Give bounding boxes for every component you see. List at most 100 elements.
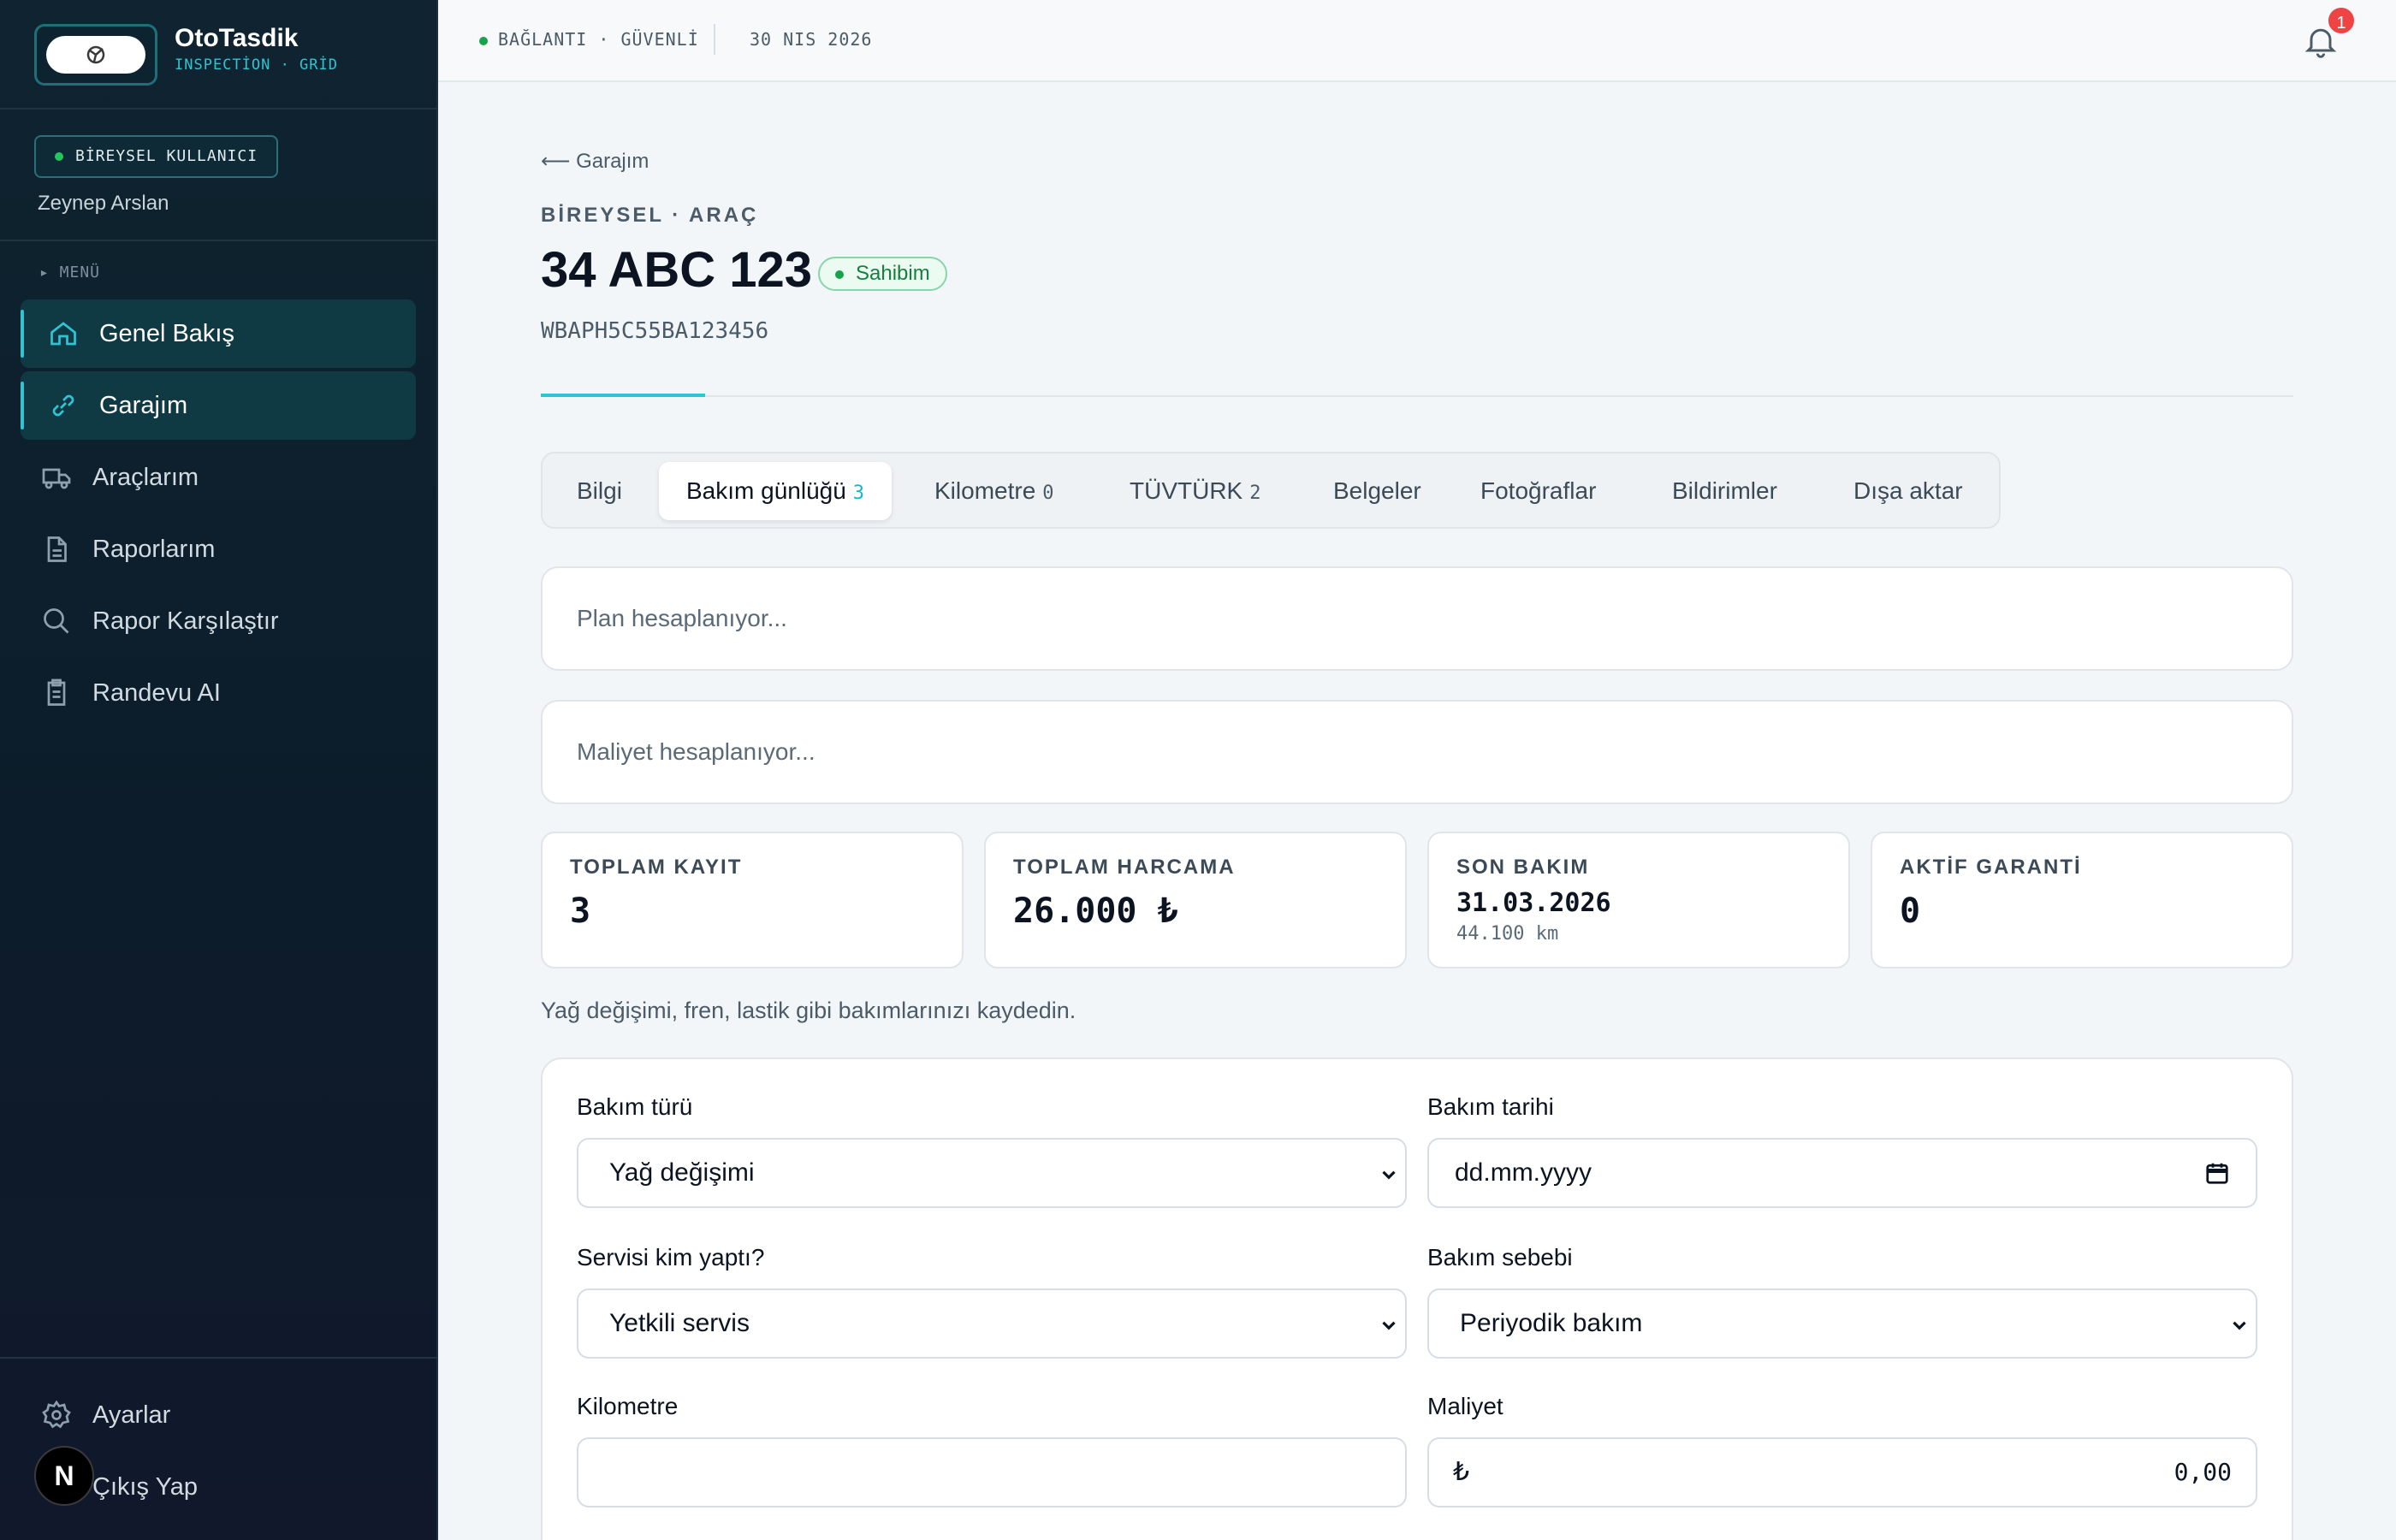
connection-status: BAĞLANTI · GÜVENLİ [479, 29, 699, 50]
main-content: ⟵ Garajım BİREYSEL · ARAÇ 34 ABC 123 Sah… [438, 82, 2396, 1540]
stat-value: 0 [1900, 891, 1921, 931]
role-badge: BİREYSEL KULLANICI [34, 135, 279, 178]
sidebar-item-label: Raporlarım [92, 535, 216, 563]
maintenance-reason-select[interactable]: Periyodik bakım [1427, 1288, 2257, 1359]
maintenance-type-select[interactable]: Yağ değişimi [577, 1138, 1407, 1208]
stat-total-spend: TOPLAM HARCAMA 26.000 ₺ [984, 832, 1407, 968]
menu-label: ▸ MENÜ [39, 264, 101, 281]
user-block: BİREYSEL KULLANICI Zeynep Arslan [0, 110, 438, 241]
truck-icon [42, 468, 71, 489]
tab-disa-aktar[interactable]: Dışa aktar [1853, 462, 1963, 520]
owner-badge-label: Sahibim [856, 262, 930, 285]
sidebar-item-randevu-ai[interactable]: Randevu AI [21, 659, 416, 727]
input-value: 0,00 [2174, 1458, 2232, 1486]
tab-label: Kilometre [934, 477, 1036, 504]
stat-value: 26.000 ₺ [1013, 891, 1178, 931]
sidebar-item-label: Rapor Karşılaştır [92, 607, 279, 635]
tab-fotograflar[interactable]: Fotoğraflar [1480, 462, 1596, 520]
owner-badge: Sahibim [818, 257, 947, 291]
tab-label: Fotoğraflar [1480, 477, 1597, 504]
tab-label: Bildirimler [1672, 477, 1777, 504]
tab-tuvturk[interactable]: TÜVTÜRK 2 [1130, 462, 1260, 520]
top-bar: BAĞLANTI · GÜVENLİ 30 NIS 2026 1 [438, 0, 2396, 82]
sidebar-item-label: Genel Bakış [99, 319, 234, 347]
tab-label: Bakım günlüğü [686, 477, 846, 504]
maintenance-form: Bakım türü Yağ değişimi Bakım tarihi dd.… [541, 1057, 2293, 1540]
sidebar-item-garajim[interactable]: Garajım [21, 371, 416, 440]
stat-active-warranty: AKTİF GARANTİ 0 [1871, 832, 2293, 968]
select-value: Yağ değişimi [609, 1158, 755, 1187]
brand-header: OtoTasdik INSPECTİON · GRİD [0, 0, 438, 110]
sidebar-item-label: Randevu AI [92, 678, 221, 707]
stat-label: AKTİF GARANTİ [1900, 856, 2082, 879]
currency-symbol: ₺ [1453, 1458, 1470, 1486]
stat-value: 3 [570, 891, 591, 931]
km-label: Kilometre [577, 1393, 679, 1419]
reason-label: Bakım sebebi [1427, 1244, 1573, 1270]
kilometre-input[interactable] [577, 1437, 1407, 1507]
brand-name: OtoTasdik [175, 24, 299, 52]
service-provider-select[interactable]: Yetkili servis [577, 1288, 1407, 1359]
stat-label: TOPLAM HARCAMA [1013, 856, 1236, 879]
avatar[interactable]: N [34, 1446, 94, 1506]
tab-count: 3 [852, 483, 865, 504]
sidebar-item-label: Ayarlar [92, 1401, 171, 1429]
tab-count: 2 [1249, 483, 1261, 504]
page-title: 34 ABC 123 [541, 242, 813, 298]
turbo-icon [86, 45, 105, 64]
tab-label: Belgeler [1333, 477, 1421, 504]
maintenance-date-input[interactable]: dd.mm.yyyy [1427, 1138, 2257, 1208]
header-divider [541, 395, 2293, 397]
sidebar-item-raporlarim[interactable]: Raporlarım [21, 515, 416, 583]
plan-card: Plan hesaplanıyor... [541, 566, 2293, 671]
back-link[interactable]: ⟵ Garajım [541, 149, 649, 174]
sidebar-item-araclarim[interactable]: Araçlarım [21, 443, 416, 512]
tab-kilometre[interactable]: Kilometre 0 [934, 462, 1054, 520]
chevron-down-icon [1382, 1170, 1396, 1180]
link-icon [52, 394, 74, 417]
divider [714, 24, 715, 55]
chevron-down-icon [1382, 1321, 1396, 1330]
select-value: Periyodik bakım [1460, 1309, 1643, 1337]
sidebar-item-label: Araçlarım [92, 463, 199, 491]
logo-pill [46, 36, 145, 74]
tab-bakim-gunlugu[interactable]: Bakım günlüğü 3 [659, 462, 893, 520]
date-label: Bakım tarihi [1427, 1093, 1554, 1120]
sidebar-item-label: Garajım [99, 391, 188, 419]
sidebar-item-rapor-karsilastir[interactable]: Rapor Karşılaştır [21, 587, 416, 655]
select-value: Yetkili servis [609, 1309, 750, 1337]
tab-bildirimler[interactable]: Bildirimler [1672, 462, 1777, 520]
connection-label: BAĞLANTI · GÜVENLİ [498, 29, 699, 50]
status-dot [835, 270, 844, 279]
status-dot [55, 152, 63, 161]
stat-label: SON BAKIM [1456, 856, 1590, 879]
stat-total-records: TOPLAM KAYIT 3 [541, 832, 964, 968]
tab-bar: Bilgi Bakım günlüğü 3 Kilometre 0 TÜVTÜRK 2… [541, 452, 2001, 529]
header-divider-accent [541, 394, 705, 397]
tab-belgeler[interactable]: Belgeler [1333, 462, 1421, 520]
clipboard-icon [47, 678, 66, 706]
stat-value: 31.03.2026 [1456, 888, 1611, 918]
calendar-icon[interactable] [2204, 1160, 2230, 1186]
search-icon [44, 608, 69, 634]
form-hint: Yağ değişimi, fren, lastik gibi bakımlar… [541, 998, 1076, 1023]
sidebar-item-ayarlar[interactable]: Ayarlar [41, 1389, 170, 1441]
brand-tagline: INSPECTİON · GRİD [175, 56, 338, 74]
date-placeholder: dd.mm.yyyy [1455, 1158, 1592, 1187]
role-label: BİREYSEL KULLANICI [75, 147, 258, 165]
page-eyebrow: BİREYSEL · ARAÇ [541, 204, 759, 227]
stat-label: TOPLAM KAYIT [570, 856, 743, 879]
sidebar-item-genel-bakis[interactable]: Genel Bakış [21, 299, 416, 368]
tab-bilgi[interactable]: Bilgi [577, 462, 622, 520]
chevron-down-icon [2233, 1321, 2246, 1330]
tab-label: Dışa aktar [1853, 477, 1963, 504]
current-date: 30 NIS 2026 [750, 29, 873, 50]
cost-input[interactable]: ₺ 0,00 [1427, 1437, 2257, 1507]
stat-subvalue: 44.100 km [1456, 923, 1559, 945]
user-name: Zeynep Arslan [38, 192, 169, 215]
tab-count: 0 [1042, 483, 1054, 504]
sidebar-nav: Genel Bakış Garajım Araçlarım Raporlarım… [21, 299, 416, 731]
notification-badge: 1 [2326, 5, 2357, 36]
vin-number: WBAPH5C55BA123456 [541, 318, 769, 344]
brand-logo[interactable] [34, 24, 157, 86]
